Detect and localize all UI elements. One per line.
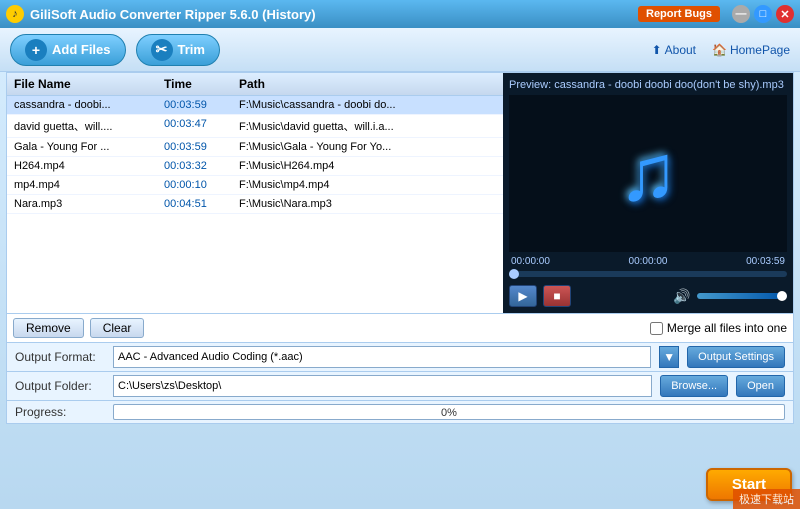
col-path: Path xyxy=(236,76,499,92)
progress-bar: 0% xyxy=(113,404,785,420)
music-note-icon: ♫ xyxy=(618,127,678,219)
preview-area: Preview: cassandra - doobi doobi doo(don… xyxy=(503,73,793,313)
file-path: F:\Music\Gala - Young For Yo... xyxy=(236,140,499,154)
watermark: 极速下载站 xyxy=(733,489,800,509)
play-button[interactable]: ▶ xyxy=(509,285,537,307)
seek-handle[interactable] xyxy=(509,269,519,279)
file-name: cassandra - doobi... xyxy=(11,98,161,112)
progress-text: 0% xyxy=(114,405,784,420)
maximize-button[interactable]: □ xyxy=(754,5,772,23)
table-row[interactable]: david guetta、will.... 00:03:47 F:\Music\… xyxy=(7,115,503,138)
output-settings-button[interactable]: Output Settings xyxy=(687,346,785,368)
output-format-dropdown[interactable]: ▼ xyxy=(659,346,679,368)
preview-video: ♫ xyxy=(509,95,787,252)
file-list-section: File Name Time Path cassandra - doobi...… xyxy=(7,73,503,313)
file-path: F:\Music\mp4.mp4 xyxy=(236,178,499,192)
list-controls-row: Remove Clear Merge all files into one xyxy=(7,313,793,342)
file-time: 00:03:47 xyxy=(161,117,236,135)
output-folder-input[interactable] xyxy=(113,375,652,397)
trim-button[interactable]: ✂ Trim xyxy=(136,34,220,66)
file-name: Nara.mp3 xyxy=(11,197,161,211)
app-title: GiliSoft Audio Converter Ripper 5.6.0 (H… xyxy=(30,7,638,22)
file-name: Gala - Young For ... xyxy=(11,140,161,154)
output-format-row: Output Format: ▼ Output Settings xyxy=(7,342,793,371)
table-row[interactable]: cassandra - doobi... 00:03:59 F:\Music\c… xyxy=(7,96,503,115)
table-row[interactable]: mp4.mp4 00:00:10 F:\Music\mp4.mp4 xyxy=(7,176,503,195)
file-name: H264.mp4 xyxy=(11,159,161,173)
time-start: 00:00:00 xyxy=(511,256,550,267)
content-area: File Name Time Path cassandra - doobi...… xyxy=(6,72,794,424)
output-folder-label: Output Folder: xyxy=(15,379,105,393)
col-filename: File Name xyxy=(11,76,161,92)
output-folder-row: Output Folder: Browse... Open xyxy=(7,371,793,400)
volume-bar[interactable] xyxy=(697,293,787,299)
file-path: F:\Music\H264.mp4 xyxy=(236,159,499,173)
clear-button[interactable]: Clear xyxy=(90,318,145,338)
volume-icon: 🔊 xyxy=(673,288,690,305)
file-time: 00:04:51 xyxy=(161,197,236,211)
file-path: F:\Music\Nara.mp3 xyxy=(236,197,499,211)
progress-label: Progress: xyxy=(15,405,105,419)
time-bar: 00:00:00 00:00:00 00:03:59 xyxy=(509,256,787,267)
file-time: 00:00:10 xyxy=(161,178,236,192)
file-path: F:\Music\david guetta、will.i.a... xyxy=(236,117,499,135)
toolbar: + Add Files ✂ Trim ⬆ About 🏠 HomePage xyxy=(0,28,800,72)
output-format-input[interactable] xyxy=(113,346,651,368)
title-bar: ♪ GiliSoft Audio Converter Ripper 5.6.0 … xyxy=(0,0,800,28)
file-time: 00:03:59 xyxy=(161,98,236,112)
time-end: 00:03:59 xyxy=(746,256,785,267)
merge-label[interactable]: Merge all files into one xyxy=(650,321,787,335)
col-time: Time xyxy=(161,76,236,92)
add-files-button[interactable]: + Add Files xyxy=(10,34,126,66)
file-list-header: File Name Time Path xyxy=(7,73,503,96)
file-list-body[interactable]: cassandra - doobi... 00:03:59 F:\Music\c… xyxy=(7,96,503,313)
remove-button[interactable]: Remove xyxy=(13,318,84,338)
controls-row: ▶ ■ 🔊 xyxy=(509,285,787,307)
time-mid: 00:00:00 xyxy=(629,256,668,267)
close-button[interactable]: ✕ xyxy=(776,5,794,23)
app-icon: ♪ xyxy=(6,5,24,23)
table-row[interactable]: Gala - Young For ... 00:03:59 F:\Music\G… xyxy=(7,138,503,157)
file-path: F:\Music\cassandra - doobi do... xyxy=(236,98,499,112)
stop-button[interactable]: ■ xyxy=(543,285,571,307)
preview-title: Preview: cassandra - doobi doobi doo(don… xyxy=(509,79,787,91)
file-time: 00:03:59 xyxy=(161,140,236,154)
trim-icon: ✂ xyxy=(151,39,173,61)
file-name: david guetta、will.... xyxy=(11,117,161,135)
file-time: 00:03:32 xyxy=(161,159,236,173)
list-and-preview: File Name Time Path cassandra - doobi...… xyxy=(7,73,793,313)
output-format-label: Output Format: xyxy=(15,350,105,364)
open-button[interactable]: Open xyxy=(736,375,785,397)
homepage-link[interactable]: 🏠 HomePage xyxy=(712,43,790,57)
browse-button[interactable]: Browse... xyxy=(660,375,728,397)
progress-row: Progress: 0% Start xyxy=(7,400,793,423)
top-links: ⬆ About 🏠 HomePage xyxy=(652,43,790,57)
file-name: mp4.mp4 xyxy=(11,178,161,192)
table-row[interactable]: Nara.mp3 00:04:51 F:\Music\Nara.mp3 xyxy=(7,195,503,214)
merge-checkbox[interactable] xyxy=(650,322,663,335)
add-files-icon: + xyxy=(25,39,47,61)
home-icon: 🏠 xyxy=(712,43,727,57)
table-row[interactable]: H264.mp4 00:03:32 F:\Music\H264.mp4 xyxy=(7,157,503,176)
minimize-button[interactable]: — xyxy=(732,5,750,23)
volume-handle[interactable] xyxy=(777,291,787,301)
report-bugs-button[interactable]: Report Bugs xyxy=(638,6,720,22)
seek-bar[interactable] xyxy=(509,271,787,277)
about-icon: ⬆ xyxy=(652,43,662,57)
about-link[interactable]: ⬆ About xyxy=(652,43,696,57)
